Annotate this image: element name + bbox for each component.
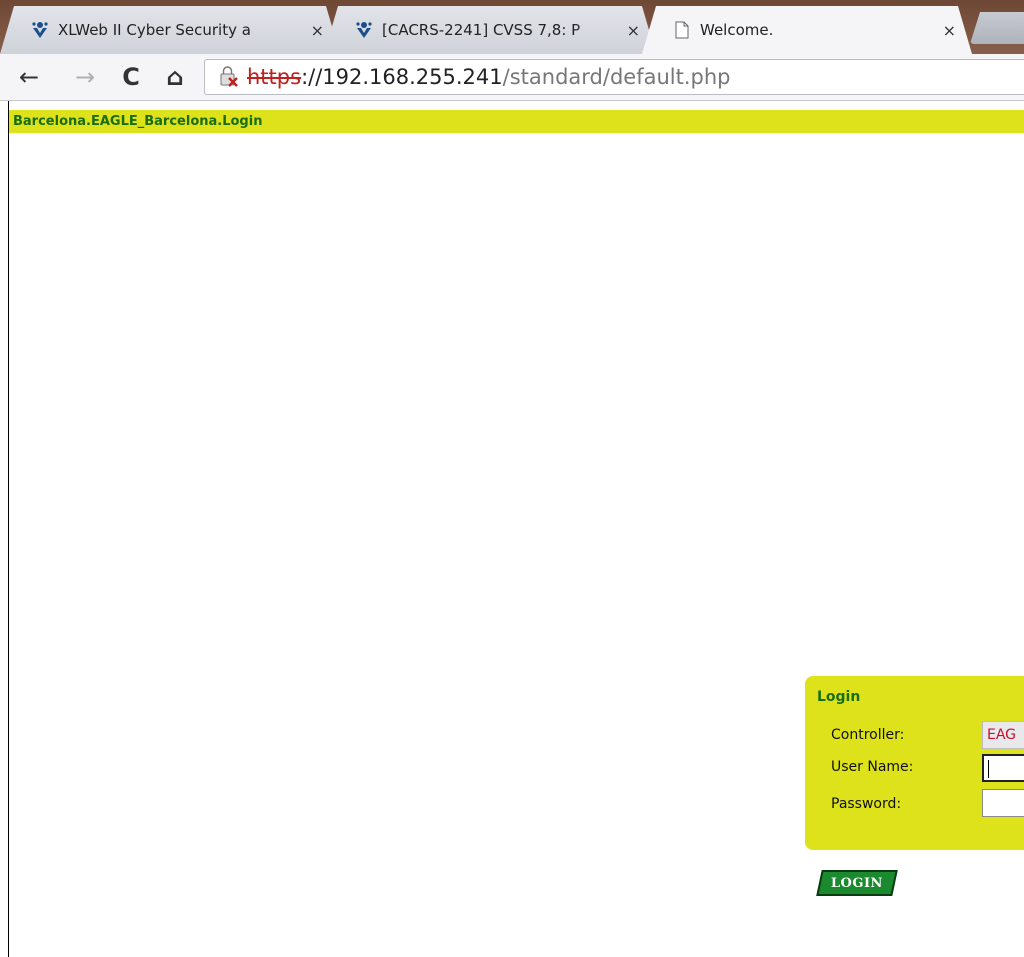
close-icon[interactable]: × [627, 21, 640, 40]
login-button[interactable]: LOGIN [816, 870, 898, 896]
page-title: Barcelona.EAGLE_Barcelona.Login [9, 110, 1024, 133]
tab-title: [CACRS-2241] CVSS 7,8: P [382, 21, 581, 39]
tab-xlweb[interactable]: XLWeb II Cyber Security a × [0, 6, 340, 54]
controller-field: EAG [982, 721, 1024, 749]
login-panel: Login Controller: EAG User Name: Passwor… [805, 676, 1024, 850]
address-url: https://192.168.255.241/standard/default… [247, 65, 731, 89]
tab-title: Welcome. [700, 21, 774, 39]
jira-icon [30, 20, 50, 40]
tab-cacrs[interactable]: [CACRS-2241] CVSS 7,8: P × [324, 6, 656, 54]
page-content: Barcelona.EAGLE_Barcelona.Login Login Co… [8, 101, 1024, 957]
tab-title: XLWeb II Cyber Security a [58, 21, 251, 39]
reload-button[interactable]: C [116, 62, 146, 92]
username-label: User Name: [831, 759, 914, 775]
broken-lock-icon [217, 64, 243, 90]
login-heading: Login [817, 689, 861, 705]
url-scheme: https [247, 65, 302, 89]
url-host: ://192.168.255.241 [301, 65, 503, 89]
login-button-label: LOGIN [830, 875, 884, 891]
back-button[interactable]: ← [14, 62, 44, 92]
forward-button[interactable]: → [70, 62, 100, 92]
page-icon [672, 20, 692, 40]
home-button[interactable]: ⌂ [160, 62, 190, 92]
browser-tab-strip: XLWeb II Cyber Security a × [CACRS-2241]… [0, 0, 1024, 54]
url-path: /standard/default.php [502, 65, 731, 89]
browser-toolbar: ← → C ⌂ https://192.168.255.241/standard… [0, 54, 1024, 101]
password-label: Password: [831, 796, 902, 812]
text-caret [988, 760, 989, 778]
username-field[interactable] [982, 754, 1024, 782]
controller-label: Controller: [831, 727, 905, 743]
new-tab-button[interactable] [970, 12, 1024, 44]
close-icon[interactable]: × [311, 21, 324, 40]
close-icon[interactable]: × [943, 21, 956, 40]
jira-icon [354, 20, 374, 40]
address-bar[interactable]: https://192.168.255.241/standard/default… [204, 59, 1024, 95]
password-field[interactable] [982, 789, 1024, 817]
tab-welcome[interactable]: Welcome. × [642, 6, 972, 54]
